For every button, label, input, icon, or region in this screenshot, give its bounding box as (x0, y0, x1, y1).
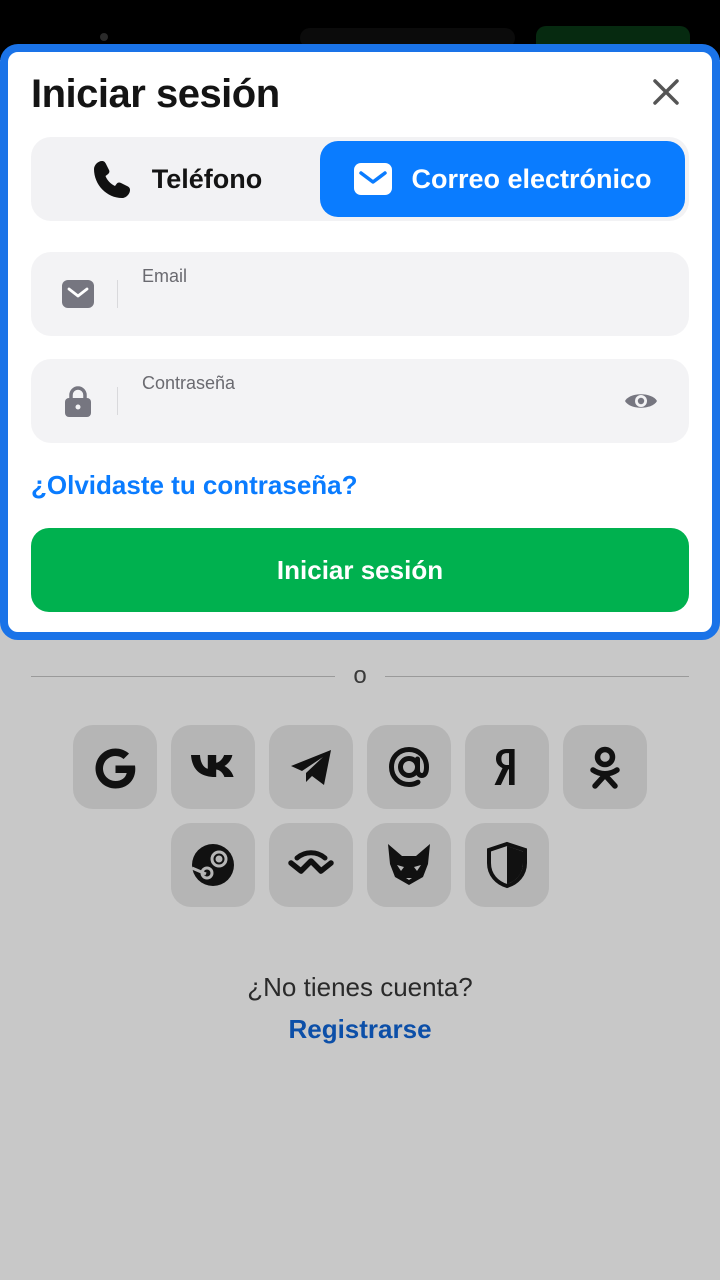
metamask-icon (388, 844, 430, 885)
divider-text: o (353, 662, 367, 689)
password-input[interactable] (142, 397, 602, 429)
forgot-password-link[interactable]: ¿Olvidaste tu contraseña? (31, 470, 358, 501)
phone-icon (92, 158, 134, 200)
password-field-label: Contraseña (142, 373, 236, 393)
metamask-login-button[interactable] (367, 823, 451, 907)
field-separator (117, 387, 118, 415)
mail-icon (353, 162, 393, 196)
vk-login-button[interactable] (171, 725, 255, 809)
close-icon (653, 79, 679, 105)
lock-icon (61, 385, 95, 417)
close-button[interactable] (646, 72, 686, 112)
login-modal: Iniciar sesión Teléfono Correo electróni… (0, 44, 720, 640)
yandex-login-button[interactable] (465, 725, 549, 809)
mail-icon (61, 278, 95, 310)
login-button[interactable]: Iniciar sesión (31, 528, 689, 612)
modal-title: Iniciar sesión (31, 72, 280, 116)
yandex-icon (494, 749, 515, 785)
email-field[interactable]: Email (31, 252, 689, 336)
divider-line-left (31, 676, 335, 677)
google-icon (95, 748, 136, 789)
walletconnect-login-button[interactable] (269, 823, 353, 907)
odnoklassniki-login-button[interactable] (563, 725, 647, 809)
vk-icon (191, 755, 234, 777)
steam-login-button[interactable] (171, 823, 255, 907)
eye-icon (625, 394, 657, 408)
register-link[interactable]: Registrarse (0, 1014, 720, 1045)
tab-email-label: Correo electrónico (411, 163, 652, 194)
tab-email[interactable]: Correo electrónico (320, 141, 685, 217)
email-input[interactable] (142, 290, 602, 322)
google-login-button[interactable] (73, 725, 157, 809)
steam-icon (191, 844, 234, 886)
field-separator (117, 280, 118, 308)
divider-line-right (385, 676, 689, 677)
at-icon (388, 746, 430, 788)
telegram-icon (291, 750, 331, 785)
login-method-tabs: Teléfono Correo electrónico (31, 137, 689, 221)
toggle-password-visibility[interactable] (623, 387, 659, 415)
camera-dot (100, 33, 108, 41)
shield-icon (487, 841, 527, 889)
ok-icon (590, 746, 620, 789)
email-field-label: Email (142, 266, 188, 286)
telegram-login-button[interactable] (269, 725, 353, 809)
tab-phone-label: Teléfono (151, 163, 263, 194)
mail-ru-login-button[interactable] (367, 725, 451, 809)
tab-phone[interactable]: Teléfono (35, 141, 319, 217)
password-field[interactable]: Contraseña (31, 359, 689, 443)
no-account-text: ¿No tienes cuenta? (247, 972, 473, 1002)
shield-login-button[interactable] (465, 823, 549, 907)
walletconnect-icon (288, 850, 334, 874)
